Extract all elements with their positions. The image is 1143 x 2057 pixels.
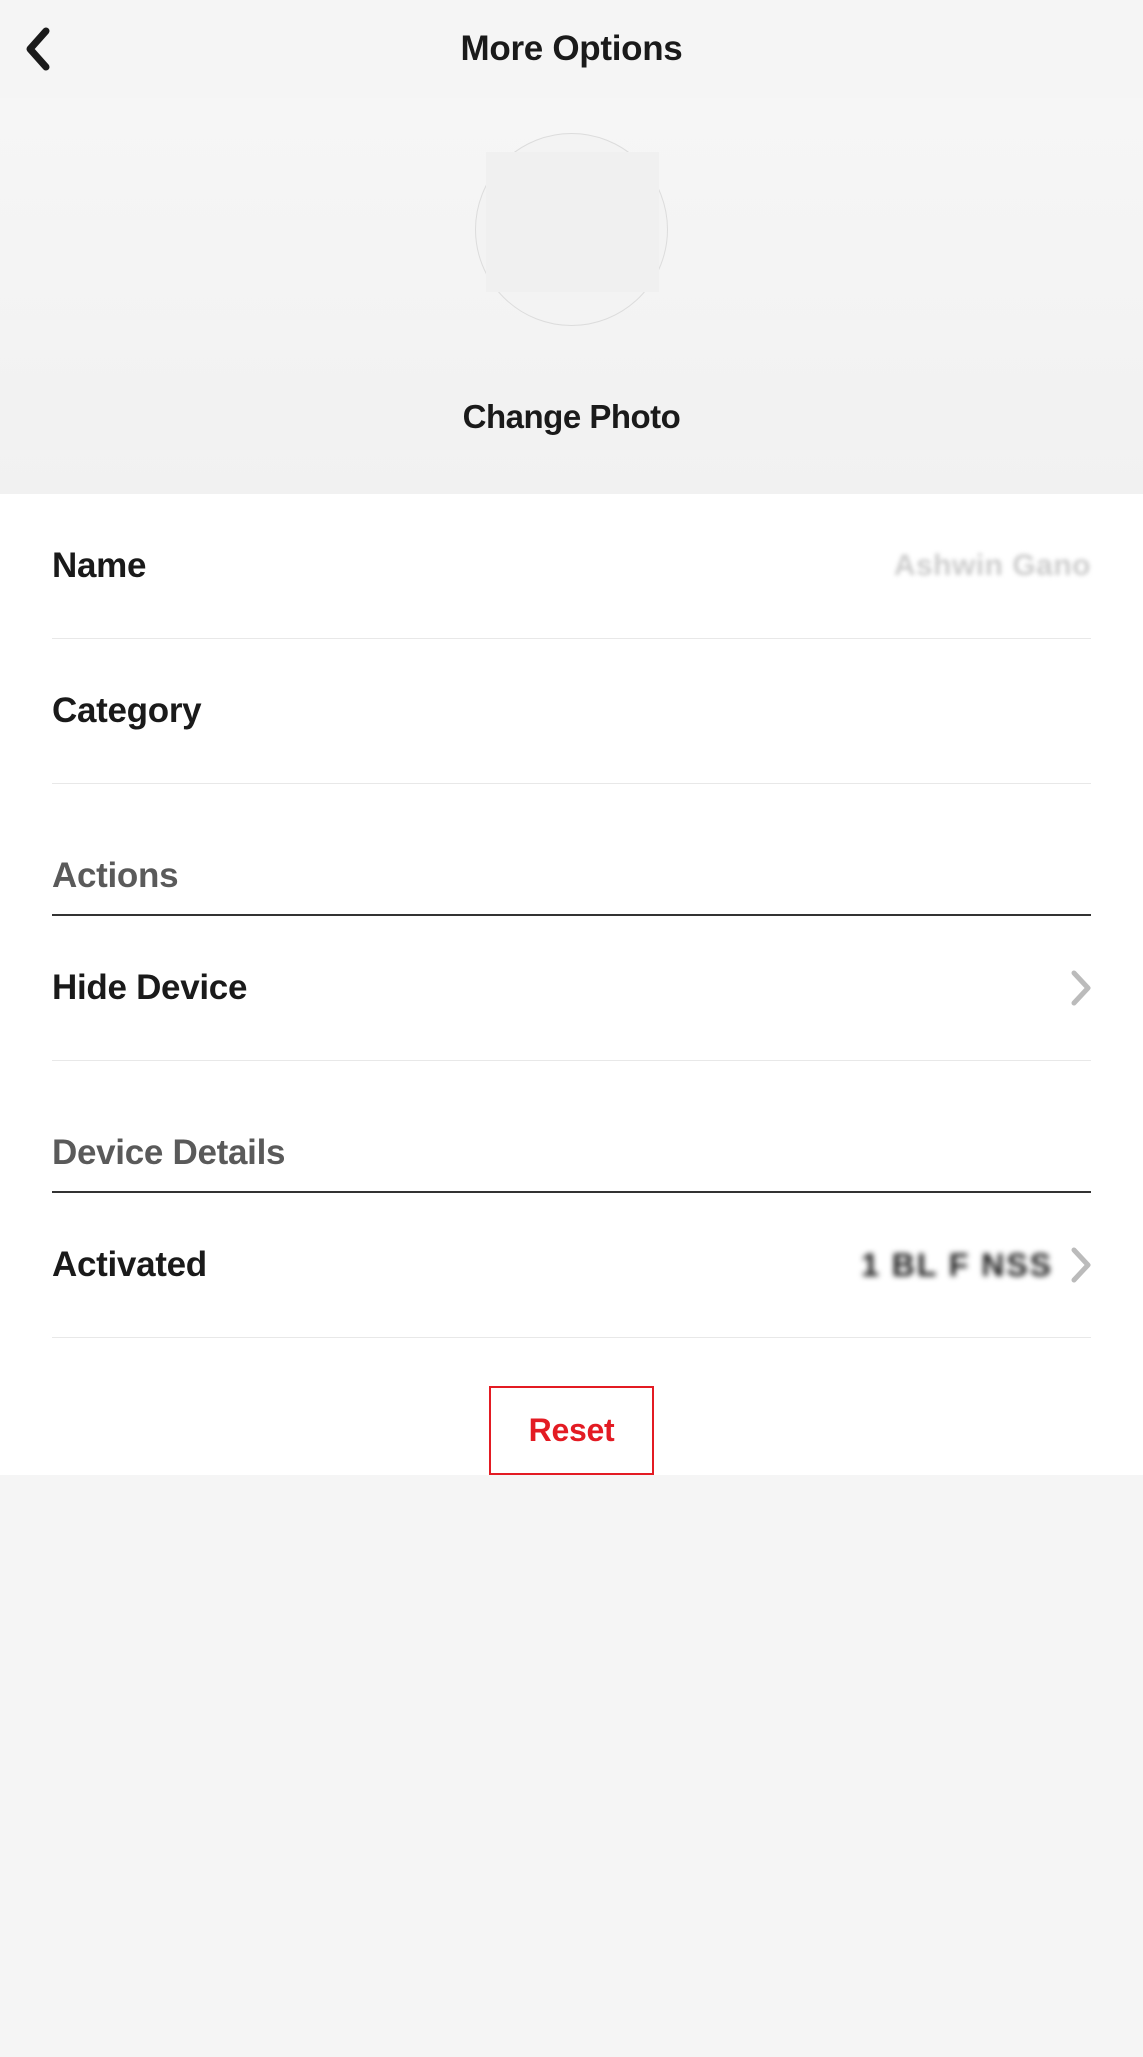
activated-label: Activated [52, 1245, 207, 1285]
activated-row[interactable]: Activated 1 BL F NSS [52, 1193, 1091, 1338]
name-field-row[interactable]: Name Ashwin Gano [52, 494, 1091, 639]
back-button[interactable] [18, 29, 58, 69]
device-details-header-text: Device Details [52, 1133, 1091, 1173]
header-bar: More Options [0, 0, 1143, 98]
name-label: Name [52, 546, 146, 586]
device-details-section-header: Device Details [52, 1061, 1091, 1193]
chevron-right-icon [1071, 1247, 1091, 1283]
actions-section-header: Actions [52, 784, 1091, 916]
hide-device-label: Hide Device [52, 968, 247, 1008]
page-title: More Options [0, 29, 1143, 69]
activated-right: 1 BL F NSS [861, 1247, 1091, 1284]
photo-avatar[interactable] [475, 133, 668, 326]
photo-placeholder [486, 152, 659, 292]
reset-button[interactable]: Reset [489, 1386, 655, 1475]
reset-section: Reset [52, 1338, 1091, 1475]
photo-section: Change Photo [0, 98, 1143, 494]
category-label: Category [52, 691, 201, 731]
chevron-right-icon [1071, 970, 1091, 1006]
actions-header-text: Actions [52, 856, 1091, 896]
change-photo-button[interactable]: Change Photo [463, 398, 681, 436]
content-area: Name Ashwin Gano Category Actions Hide D… [0, 494, 1143, 1475]
hide-device-row[interactable]: Hide Device [52, 916, 1091, 1061]
chevron-left-icon [24, 27, 52, 71]
category-field-row[interactable]: Category [52, 639, 1091, 784]
activated-value: 1 BL F NSS [861, 1247, 1053, 1284]
name-value: Ashwin Gano [894, 549, 1091, 583]
